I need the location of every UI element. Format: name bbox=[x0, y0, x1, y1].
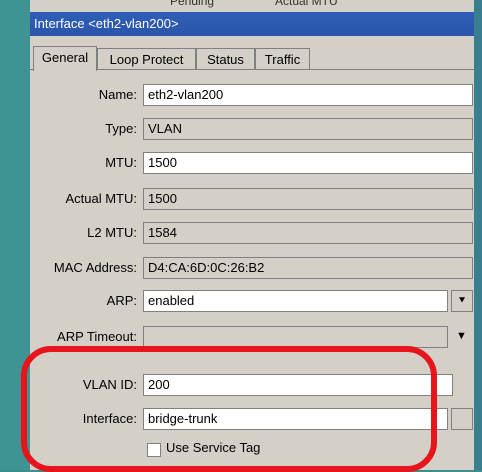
vlan-id-label-cell: VLAN ID: bbox=[30, 374, 137, 398]
mac-address-label: MAC Address: bbox=[53, 260, 137, 275]
arp-dropdown-icon[interactable]: ⯆ bbox=[451, 290, 473, 312]
type-label: Type: bbox=[105, 121, 137, 136]
arp-timeout-label: ARP Timeout: bbox=[57, 329, 137, 344]
arp-timeout-field[interactable] bbox=[143, 326, 448, 348]
desktop-background bbox=[0, 0, 30, 470]
mac-address-field: D4:CA:6D:0C:26:B2 bbox=[143, 257, 473, 279]
interface-dialog: Interface <eth2-vlan200> General Loop Pr… bbox=[30, 12, 474, 470]
l2-mtu-label-cell: L2 MTU: bbox=[30, 222, 137, 246]
mtu-label: MTU: bbox=[105, 155, 137, 170]
bg-text-actual-mtu: Actual MTU bbox=[275, 0, 338, 8]
background-right-strip bbox=[474, 0, 482, 470]
tab-traffic[interactable]: Traffic bbox=[255, 48, 310, 70]
vlan-id-field[interactable]: 200 bbox=[143, 374, 453, 396]
bg-text-pending: Pending bbox=[170, 0, 215, 8]
use-service-tag-label: Use Service Tag bbox=[166, 440, 261, 455]
actual-mtu-label-cell: Actual MTU: bbox=[30, 188, 137, 212]
arp-label-cell: ARP: bbox=[30, 290, 137, 314]
type-label-cell: Type: bbox=[30, 118, 137, 142]
mac-label-cell: MAC Address: bbox=[30, 257, 137, 281]
interface-dropdown-button[interactable] bbox=[451, 408, 473, 430]
type-field: VLAN bbox=[143, 118, 473, 140]
tab-loop-protect[interactable]: Loop Protect bbox=[97, 48, 196, 70]
arp-timeout-label-cell: ARP Timeout: bbox=[30, 326, 137, 350]
tab-bar: General Loop Protect Status Traffic bbox=[30, 46, 474, 71]
name-label: Name: bbox=[98, 87, 137, 102]
actual-mtu-field: 1500 bbox=[143, 188, 473, 210]
name-field[interactable]: eth2-vlan200 bbox=[143, 84, 473, 106]
window-title[interactable]: Interface <eth2-vlan200> bbox=[30, 12, 474, 36]
use-service-tag-checkbox[interactable] bbox=[147, 443, 161, 457]
l2-mtu-field: 1584 bbox=[143, 222, 473, 244]
arp-timeout-expand-icon[interactable]: ▼ bbox=[456, 330, 467, 342]
tab-status[interactable]: Status bbox=[196, 48, 255, 70]
arp-select[interactable]: enabled bbox=[143, 290, 448, 312]
background-window-strip: Pending Actual MTU bbox=[30, 0, 482, 12]
interface-select[interactable]: bridge-trunk bbox=[143, 408, 448, 430]
interface-label: Interface: bbox=[82, 411, 137, 426]
actual-mtu-label: Actual MTU: bbox=[65, 191, 137, 206]
l2-mtu-label: L2 MTU: bbox=[87, 225, 137, 240]
mtu-field[interactable]: 1500 bbox=[143, 152, 473, 174]
name-label-cell: Name: bbox=[30, 84, 137, 108]
mtu-label-cell: MTU: bbox=[30, 152, 137, 176]
tab-general[interactable]: General bbox=[33, 46, 97, 71]
vlan-id-label: VLAN ID: bbox=[82, 377, 137, 392]
interface-label-cell: Interface: bbox=[30, 408, 137, 432]
arp-label: ARP: bbox=[106, 293, 137, 308]
